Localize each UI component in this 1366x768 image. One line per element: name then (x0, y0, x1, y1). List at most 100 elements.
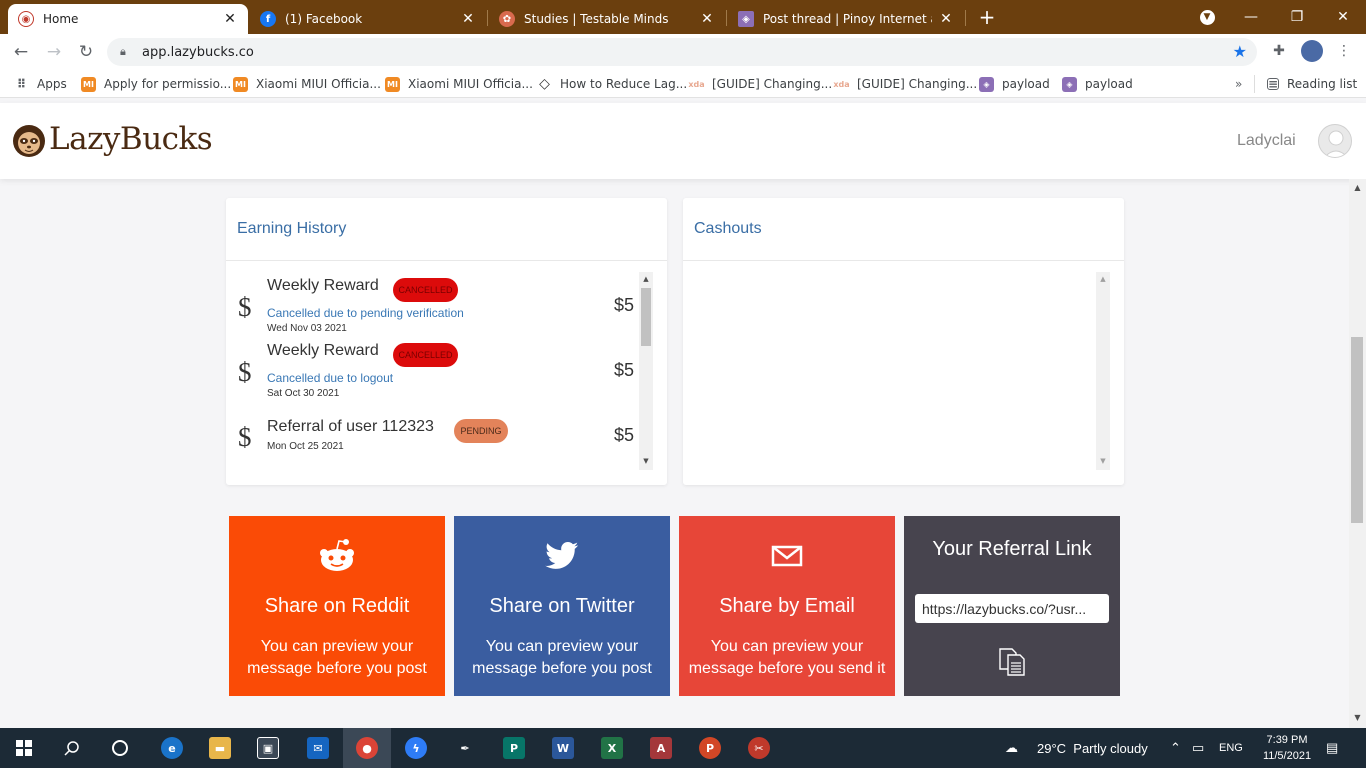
bookmark-apps[interactable]: ⠿ Apps (14, 75, 67, 93)
store-icon[interactable]: ▣ (244, 728, 292, 768)
user-avatar[interactable] (1318, 124, 1352, 158)
share-email-button[interactable]: Share by Email You can preview your mess… (679, 516, 895, 696)
clock-date: 11/5/2021 (1262, 750, 1312, 762)
file-explorer-icon[interactable]: ▬ (196, 728, 244, 768)
scroll-down-arrow-icon[interactable]: ▼ (1096, 457, 1110, 465)
tab-facebook[interactable]: f (1) Facebook ✕ (250, 4, 486, 34)
close-tab-icon[interactable]: ✕ (699, 11, 715, 27)
url-text[interactable]: app.lazybucks.co (142, 45, 254, 60)
browser-tab-strip: ◉ Home ✕ f (1) Facebook ✕ ✿ Studies | Te… (0, 0, 1366, 34)
weather-cloud-icon[interactable]: ☁ (1005, 728, 1018, 768)
scrollbar-thumb[interactable] (1351, 337, 1363, 523)
reddit-heading: Share on Reddit (264, 595, 410, 617)
word-icon[interactable]: W (539, 728, 587, 768)
list-item: $ Referral of user 112323 PENDING Mon Oc… (226, 418, 656, 480)
cashouts-scrollbar[interactable]: ▲ ▼ (1096, 272, 1110, 470)
xda-icon: xda (688, 79, 705, 89)
bookmark-label: payload (1002, 77, 1050, 91)
reload-icon[interactable]: ↻ (74, 40, 98, 64)
new-tab-button[interactable]: + (976, 6, 998, 28)
lock-icon[interactable]: 🔒︎ (120, 45, 132, 59)
bookmark-item[interactable]: MI Xiaomi MIUI Officia... (385, 75, 533, 93)
windows-start-icon[interactable] (0, 728, 48, 768)
notifications-icon[interactable]: ▤ (1326, 728, 1338, 768)
tab-separator (965, 10, 966, 26)
page-scrollbar[interactable]: ▲ ▼ (1349, 179, 1366, 729)
mail-icon[interactable]: ✉ (294, 728, 342, 768)
browser-menu-icon[interactable]: ⋮ (1333, 40, 1355, 62)
profile-avatar-icon[interactable] (1301, 40, 1323, 62)
bookmark-item[interactable]: ◈ payload (1062, 75, 1133, 93)
task-view-icon[interactable] (96, 728, 144, 768)
scrollbar-thumb[interactable] (641, 288, 651, 346)
share-reddit-button[interactable]: Share on Reddit You can preview your mes… (229, 516, 445, 696)
site-logo[interactable]: LazyBucks (11, 119, 213, 159)
status-badge: CANCELLED (393, 278, 458, 302)
bookmark-label: [GUIDE] Changing... (712, 77, 833, 91)
system-clock[interactable]: 7:39 PM 11/5/2021 (1257, 732, 1317, 764)
close-window-icon[interactable]: ✕ (1320, 0, 1366, 34)
tab-testable-minds[interactable]: ✿ Studies | Testable Minds ✕ (489, 4, 725, 34)
access-icon[interactable]: A (637, 728, 685, 768)
referral-link-input[interactable] (915, 594, 1109, 623)
bookmark-item[interactable]: ◇ How to Reduce Lag... (537, 75, 687, 93)
more-bookmarks-chevron-icon[interactable]: » (1235, 75, 1242, 93)
publisher-icon[interactable]: P (490, 728, 538, 768)
dollar-icon: $ (238, 357, 252, 387)
close-tab-icon[interactable]: ✕ (460, 11, 476, 27)
show-hidden-icons-chevron-icon[interactable]: ⌃ (1170, 728, 1181, 768)
extensions-puzzle-icon[interactable]: ✚ (1268, 40, 1290, 62)
pen-tool-icon[interactable]: ✒ (441, 728, 489, 768)
snipping-tool-icon[interactable]: ✂ (735, 728, 783, 768)
share-twitter-button[interactable]: Share on Twitter You can preview your me… (454, 516, 670, 696)
site-header: LazyBucks Ladyclai (0, 103, 1366, 179)
forward-arrow-icon[interactable]: → (42, 40, 66, 64)
battery-icon[interactable]: ▭ (1192, 728, 1204, 768)
language-indicator[interactable]: ENG (1219, 728, 1243, 768)
earning-history-title: Earning History (237, 220, 347, 237)
twitter-description: You can preview your message before you … (472, 638, 652, 677)
bookmark-item[interactable]: xda [GUIDE] Changing... (688, 75, 833, 93)
restore-icon[interactable]: ❐ (1274, 0, 1320, 34)
chrome-icon[interactable]: ● (343, 728, 391, 768)
scroll-up-arrow-icon[interactable]: ▲ (1349, 183, 1366, 192)
search-icon[interactable] (48, 728, 96, 768)
tab-search-icon[interactable]: ▼ (1184, 0, 1230, 34)
edge-browser-icon[interactable]: e (148, 728, 196, 768)
bookmark-star-icon[interactable]: ★ (1233, 42, 1247, 61)
tab-home[interactable]: ◉ Home ✕ (8, 4, 248, 34)
tab-pinoy-internet[interactable]: ◈ Post thread | Pinoy Internet and ✕ (728, 4, 964, 34)
weather-widget[interactable]: 29°C Partly cloudy (1037, 728, 1148, 768)
reddit-icon (229, 538, 445, 574)
messenger-icon[interactable]: ϟ (392, 728, 440, 768)
minimize-icon[interactable]: — (1228, 0, 1274, 34)
weather-description: Partly cloudy (1073, 740, 1148, 756)
back-arrow-icon[interactable]: ← (9, 40, 33, 64)
cashouts-list: ▲ ▼ (683, 272, 1124, 472)
site-logo-text: LazyBucks (49, 121, 213, 157)
username-label[interactable]: Ladyclai (1237, 132, 1296, 150)
close-tab-icon[interactable]: ✕ (938, 11, 954, 27)
cube-icon: ◈ (979, 76, 994, 92)
powerpoint-icon[interactable]: P (686, 728, 734, 768)
list-item: $ Weekly Reward CANCELLED Cancelled due … (226, 342, 656, 404)
scroll-up-arrow-icon[interactable]: ▲ (1096, 275, 1110, 283)
xda-icon: xda (833, 79, 850, 89)
bookmark-item[interactable]: ◈ payload (979, 75, 1050, 93)
scroll-down-arrow-icon[interactable]: ▼ (639, 457, 653, 465)
reading-list-button[interactable]: ≡ Reading list (1267, 75, 1357, 93)
bookmark-item[interactable]: MI Apply for permissio... (81, 75, 231, 93)
list-item: $ Weekly Reward CANCELLED Cancelled due … (226, 277, 656, 339)
bookmark-item[interactable]: MI Xiaomi MIUI Officia... (233, 75, 381, 93)
scroll-down-arrow-icon[interactable]: ▼ (1349, 713, 1366, 722)
excel-icon[interactable]: X (588, 728, 636, 768)
windows-taskbar: e ▬ ▣ ✉ ● ϟ ✒ P W X A P ✂ ☁ 29°C Partly … (0, 728, 1366, 768)
bookmark-label: Apps (37, 77, 67, 91)
bookmark-label: [GUIDE] Changing... (857, 77, 978, 91)
address-bar[interactable]: 🔒︎ app.lazybucks.co ★ (107, 38, 1257, 66)
earning-history-scrollbar[interactable]: ▲ ▼ (639, 272, 653, 470)
close-tab-icon[interactable]: ✕ (222, 11, 238, 27)
copy-icon[interactable] (997, 647, 1027, 677)
bookmark-item[interactable]: xda [GUIDE] Changing... (833, 75, 978, 93)
scroll-up-arrow-icon[interactable]: ▲ (639, 275, 653, 283)
